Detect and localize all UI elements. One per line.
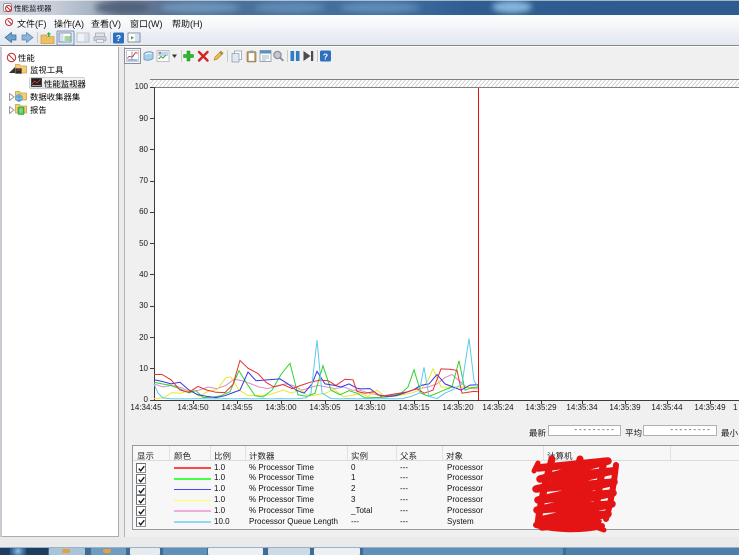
svg-text:?: ? [323,51,328,61]
svg-text:?: ? [116,33,121,43]
